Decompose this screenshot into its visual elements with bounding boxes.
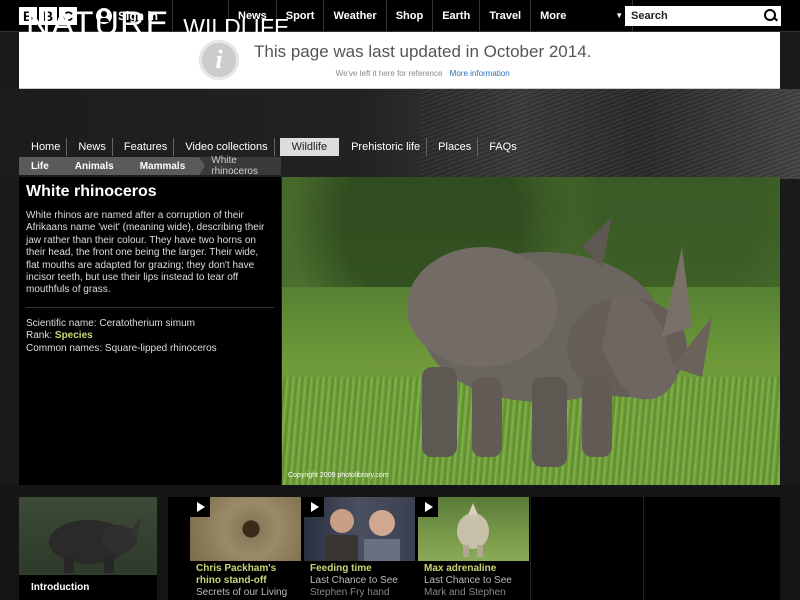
- more-information-link[interactable]: More information: [450, 69, 510, 78]
- breadcrumb-current: White rhinoceros: [211, 155, 258, 177]
- nav-more-button[interactable]: More ▼: [530, 0, 634, 32]
- play-icon: [304, 497, 324, 517]
- video-subtitle-2: Mark and Stephen: [424, 587, 506, 598]
- rank-row: Rank: Species: [26, 330, 274, 343]
- caret-down-icon: ▼: [615, 11, 624, 20]
- scientific-name-row: Scientific name: Ceratotherium simum: [26, 318, 274, 331]
- scientific-name-value: Ceratotherium simum: [99, 317, 195, 329]
- rhino-silhouette-thumbnail: [49, 517, 141, 573]
- video-card[interactable]: Feeding time Last Chance to See Stephen …: [304, 497, 415, 600]
- tab-home[interactable]: Home: [25, 138, 68, 156]
- video-card[interactable]: Max adrenaline Last Chance to See Mark a…: [418, 497, 529, 600]
- search-box: [625, 6, 781, 26]
- notice-title: This page was last updated in October 20…: [254, 42, 592, 61]
- tab-video-collections[interactable]: Video collections: [179, 138, 275, 156]
- video-thumbnail: [304, 497, 415, 561]
- site-title-section: WILDLIFE: [183, 14, 290, 40]
- photo-credit: Copyright 2009 photolibrary.com: [288, 472, 389, 479]
- video-title: Chris Packham's rhino stand-off: [196, 563, 277, 586]
- video-thumbnail: [190, 497, 301, 561]
- play-icon: [190, 497, 210, 517]
- tab-features[interactable]: Features: [118, 138, 175, 156]
- video-card[interactable]: Chris Packham's rhino stand-off Secrets …: [190, 497, 301, 600]
- notice-text: This page was last updated in October 20…: [254, 42, 591, 78]
- page-title: White rhinoceros: [26, 183, 157, 200]
- search-input[interactable]: [631, 10, 761, 22]
- common-names-label: Common names:: [26, 343, 103, 355]
- common-names-row: Common names: Square-lipped rhinoceros: [26, 343, 274, 356]
- empty-video-slot: [530, 497, 641, 600]
- breadcrumb-mammals[interactable]: Mammals: [127, 157, 205, 175]
- rhino-photo: Copyright 2009 photolibrary.com: [282, 177, 780, 485]
- info-icon: i: [199, 40, 239, 80]
- species-description: White rhinos are named after a corruptio…: [26, 210, 274, 308]
- introduction-card[interactable]: Introduction: [19, 497, 157, 600]
- tab-prehistoric-life[interactable]: Prehistoric life: [345, 138, 428, 156]
- nav-item-weather[interactable]: Weather: [323, 0, 385, 32]
- nav-item-shop[interactable]: Shop: [385, 0, 433, 32]
- breadcrumb: Life Animals Mammals White rhinoceros: [19, 155, 281, 177]
- scientific-name-label: Scientific name:: [26, 317, 97, 329]
- empty-video-slot: [643, 497, 754, 600]
- video-carousel: Chris Packham's rhino stand-off Secrets …: [168, 497, 780, 600]
- rank-link[interactable]: Species: [55, 330, 93, 341]
- tab-places[interactable]: Places: [432, 138, 479, 156]
- species-info-panel: White rhinoceros White rhinos are named …: [19, 177, 281, 485]
- video-title: Feeding time: [310, 563, 372, 574]
- video-subtitle-2: Stephen Fry hand: [310, 587, 390, 598]
- introduction-label: Introduction: [31, 582, 90, 593]
- common-names-value: Square-lipped rhinoceros: [104, 343, 217, 355]
- tab-news[interactable]: News: [72, 138, 113, 156]
- tab-wildlife[interactable]: Wildlife: [279, 138, 340, 156]
- section-nav: Home News Features Video collections Wil…: [25, 138, 528, 156]
- site-title[interactable]: NATURE WILDLIFE: [26, 5, 289, 44]
- breadcrumb-animals[interactable]: Animals: [62, 157, 134, 175]
- search-icon[interactable]: [761, 7, 779, 25]
- nav-item-travel[interactable]: Travel: [479, 0, 530, 32]
- video-title: Max adrenaline: [424, 563, 497, 574]
- rhino-illustration: [407, 217, 712, 467]
- breadcrumb-life[interactable]: Life: [19, 157, 69, 175]
- notice-subtitle: We've left it here for reference More in…: [254, 69, 591, 78]
- video-thumbnail: [418, 497, 529, 561]
- video-subtitle: Secrets of our Living: [196, 587, 288, 598]
- video-subtitle: Last Chance to See: [424, 575, 512, 586]
- play-icon: [418, 497, 438, 517]
- rank-label: Rank:: [26, 330, 53, 342]
- site-title-nature: NATURE: [26, 5, 170, 43]
- video-subtitle: Last Chance to See: [310, 575, 398, 586]
- introduction-thumbnail: [19, 497, 157, 575]
- tab-faqs[interactable]: FAQs: [483, 138, 523, 156]
- nav-more-label: More: [540, 9, 567, 22]
- notice-subtitle-text: We've left it here for reference: [335, 69, 443, 78]
- nav-item-earth[interactable]: Earth: [432, 0, 479, 32]
